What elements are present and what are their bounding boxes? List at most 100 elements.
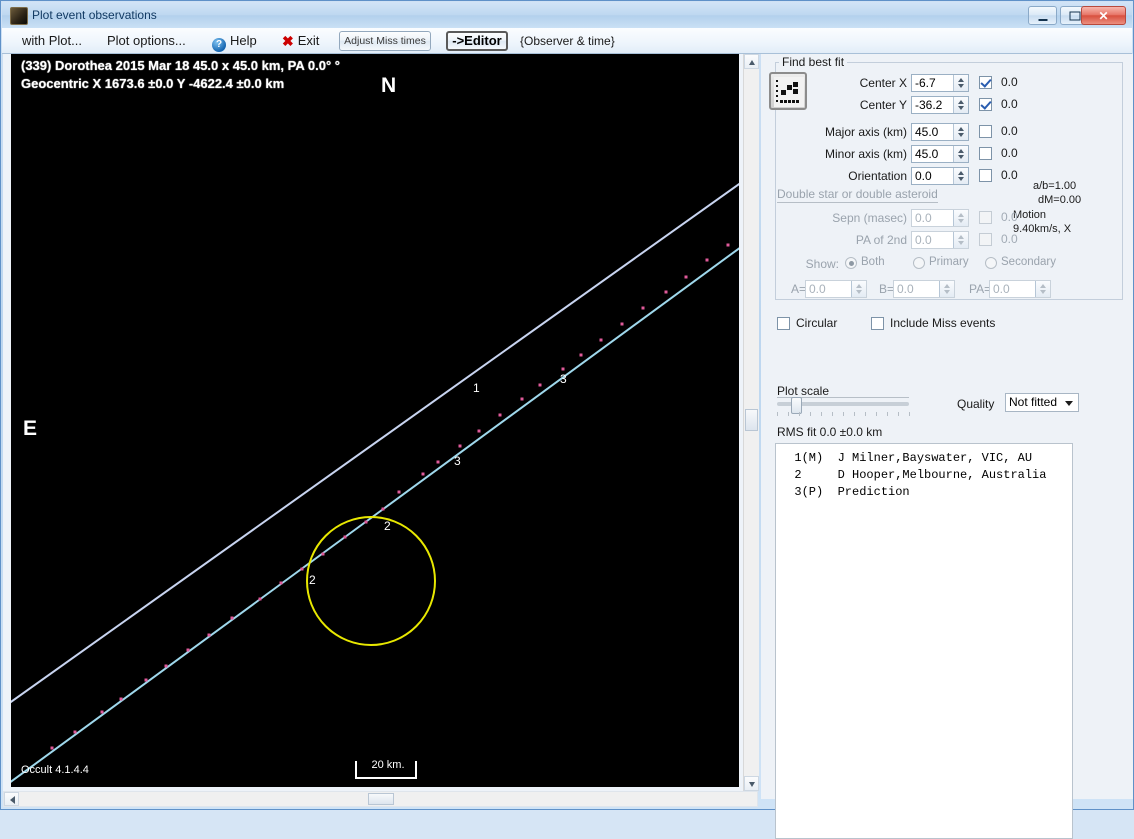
plot-horizontal-scrollbar[interactable] bbox=[3, 791, 758, 807]
plot-options-menu[interactable]: Plot options... bbox=[107, 28, 186, 54]
fit-field-checkbox-3[interactable] bbox=[979, 147, 992, 160]
fit-field-2[interactable] bbox=[911, 123, 969, 141]
fit-field-1-stepper[interactable] bbox=[953, 97, 968, 113]
fit-field-3[interactable] bbox=[911, 145, 969, 163]
double-field-checkbox-1[interactable] bbox=[979, 233, 992, 246]
motion-value: 9.40km/s, X bbox=[1013, 223, 1072, 235]
plot-panel: (339) Dorothea 2015 Mar 18 45.0 x 45.0 k… bbox=[3, 54, 757, 791]
chord-number-label: 2 bbox=[384, 519, 391, 533]
circular-checkbox[interactable] bbox=[777, 317, 790, 330]
exit-menu[interactable]: ✖ Exit bbox=[282, 28, 319, 54]
observation-point bbox=[381, 507, 385, 511]
observation-point bbox=[538, 383, 542, 387]
fit-field-sigma-2: 0.0 bbox=[1001, 124, 1018, 138]
observation-point bbox=[164, 664, 168, 668]
vertical-scroll-thumb[interactable] bbox=[745, 409, 758, 431]
observation-point bbox=[119, 697, 123, 701]
plot-header-line2: Geocentric X 1673.6 ±0.0 Y -4622.4 ±0.0 … bbox=[21, 76, 285, 91]
chevron-down-icon bbox=[1065, 401, 1073, 406]
plot-scale-label: Plot scale bbox=[777, 384, 830, 398]
chord-number-label: 3 bbox=[454, 454, 461, 468]
window-title: Plot event observations bbox=[32, 8, 157, 22]
application-window: Plot event observations ✕ with Plot... P… bbox=[0, 0, 1134, 839]
double-field-1-stepper[interactable] bbox=[953, 232, 968, 248]
chord-number-label: 3 bbox=[560, 372, 567, 386]
observation-point bbox=[436, 460, 440, 464]
toolbar: with Plot... Plot options... ? Help ✖ Exit… bbox=[2, 28, 1132, 54]
plot-scale-slider[interactable] bbox=[777, 397, 909, 414]
abpa-field-2[interactable] bbox=[989, 280, 1051, 298]
occult-version-label: Occult 4.1.4.4 bbox=[21, 764, 89, 776]
abpa-field-0[interactable] bbox=[805, 280, 867, 298]
observation-point bbox=[520, 397, 524, 401]
close-button[interactable]: ✕ bbox=[1081, 6, 1126, 25]
help-menu[interactable]: ? Help bbox=[212, 28, 257, 54]
fit-field-checkbox-0[interactable] bbox=[979, 76, 992, 89]
abpa-field-1-stepper[interactable] bbox=[939, 281, 954, 297]
fit-field-sigma-0: 0.0 bbox=[1001, 75, 1018, 89]
editor-button[interactable]: ->Editor bbox=[446, 31, 508, 51]
fit-field-label-3: Minor axis (km) bbox=[824, 147, 907, 161]
show-radio-both[interactable] bbox=[845, 257, 857, 269]
show-radio-label-secondary: Secondary bbox=[1001, 256, 1056, 268]
observers-list[interactable]: 1(M) J Milner,Bayswater, VIC, AU 2 D Hoo… bbox=[775, 443, 1073, 839]
include-miss-events-label: Include Miss events bbox=[890, 316, 996, 330]
exit-label: Exit bbox=[297, 33, 320, 48]
include-miss-events-checkbox[interactable] bbox=[871, 317, 884, 330]
observation-point bbox=[599, 338, 603, 342]
observation-point bbox=[421, 472, 425, 476]
fit-field-checkbox-1[interactable] bbox=[979, 98, 992, 111]
double-field-checkbox-0[interactable] bbox=[979, 211, 992, 224]
double-star-title: Double star or double asteroid bbox=[777, 187, 938, 203]
fit-field-checkbox-2[interactable] bbox=[979, 125, 992, 138]
horizontal-scroll-thumb[interactable] bbox=[368, 793, 394, 805]
fit-field-sigma-4: 0.0 bbox=[1001, 168, 1018, 182]
fit-field-3-stepper[interactable] bbox=[953, 146, 968, 162]
title-bar: Plot event observations ✕ bbox=[2, 2, 1132, 28]
scroll-down-icon[interactable] bbox=[744, 776, 759, 791]
abpa-label-2: PA= bbox=[969, 282, 992, 296]
observation-point bbox=[230, 616, 234, 620]
fit-field-4[interactable] bbox=[911, 167, 969, 185]
show-radio-primary[interactable] bbox=[913, 257, 925, 269]
plot-vertical-scrollbar[interactable] bbox=[743, 54, 759, 791]
ab-ratio-label: a/b=1.00 bbox=[1033, 180, 1077, 192]
fit-field-0[interactable] bbox=[911, 74, 969, 92]
double-field-sigma-1: 0.0 bbox=[1001, 232, 1018, 246]
fit-field-sigma-1: 0.0 bbox=[1001, 97, 1018, 111]
scroll-up-icon[interactable] bbox=[744, 54, 759, 69]
abpa-field-1[interactable] bbox=[893, 280, 955, 298]
observation-point bbox=[300, 567, 304, 571]
fit-field-1[interactable] bbox=[911, 96, 969, 114]
scroll-left-icon[interactable] bbox=[4, 792, 19, 806]
chord-number-label: 1 bbox=[473, 381, 480, 395]
fit-field-label-0: Center X bbox=[859, 76, 907, 90]
abpa-field-2-stepper[interactable] bbox=[1035, 281, 1050, 297]
plot-header-line1: (339) Dorothea 2015 Mar 18 45.0 x 45.0 k… bbox=[21, 58, 340, 73]
show-radio-secondary[interactable] bbox=[985, 257, 997, 269]
rms-fit-label: RMS fit 0.0 ±0.0 km bbox=[777, 425, 883, 439]
double-field-label-1: PA of 2nd bbox=[855, 233, 907, 247]
abpa-field-0-stepper[interactable] bbox=[851, 281, 866, 297]
quality-select[interactable]: Not fitted bbox=[1005, 393, 1079, 412]
fit-field-4-stepper[interactable] bbox=[953, 168, 968, 184]
observation-point bbox=[321, 552, 325, 556]
with-plot-menu[interactable]: with Plot... bbox=[22, 28, 82, 54]
double-field-0-stepper[interactable] bbox=[953, 210, 968, 226]
occultation-plot-canvas[interactable]: (339) Dorothea 2015 Mar 18 45.0 x 45.0 k… bbox=[11, 54, 739, 787]
show-label: Show: bbox=[805, 257, 839, 271]
minimize-button[interactable] bbox=[1028, 6, 1057, 25]
chord-number-label: 2 bbox=[309, 573, 316, 587]
help-label: Help bbox=[230, 33, 257, 48]
observation-point bbox=[579, 353, 583, 357]
double-field-1[interactable] bbox=[911, 231, 969, 249]
fit-field-2-stepper[interactable] bbox=[953, 124, 968, 140]
adjust-miss-times-button[interactable]: Adjust Miss times bbox=[339, 31, 431, 51]
circular-label: Circular bbox=[796, 316, 838, 330]
observer-time-label[interactable]: {Observer & time} bbox=[520, 28, 615, 54]
observation-point bbox=[144, 678, 148, 682]
fit-field-0-stepper[interactable] bbox=[953, 75, 968, 91]
fit-field-checkbox-4[interactable] bbox=[979, 169, 992, 182]
double-field-0[interactable] bbox=[911, 209, 969, 227]
observation-point bbox=[641, 306, 645, 310]
